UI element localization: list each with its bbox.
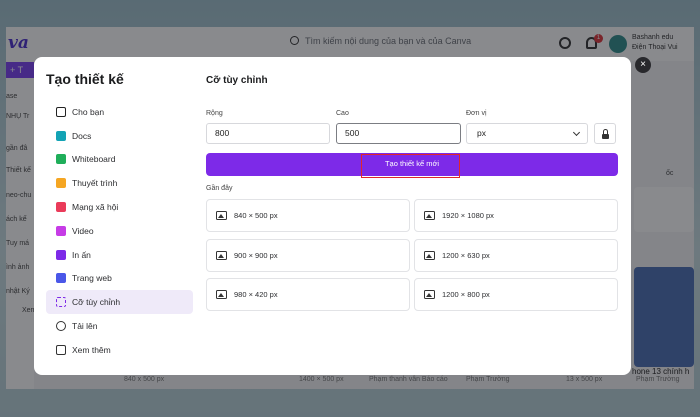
chevron-down-icon [572, 128, 581, 137]
recent-size-label: 840 × 500 px [234, 211, 278, 220]
image-icon [424, 251, 435, 260]
more-icon [56, 344, 66, 355]
recent-size-card[interactable]: 1200 × 630 px [414, 239, 618, 272]
nav-item-label: Mạng xã hội [72, 201, 119, 212]
recent-size-card[interactable]: 900 × 900 px [206, 239, 410, 272]
nav-item-label: Video [72, 225, 94, 236]
recent-size-label: 1200 × 630 px [442, 251, 490, 260]
recent-size-card[interactable]: 980 × 420 px [206, 278, 410, 311]
nav-item-upload[interactable]: Tải lên [46, 314, 193, 338]
nav-item-custom-size[interactable]: Cỡ tùy chỉnh [46, 290, 193, 314]
nav-item-label: Whiteboard [72, 154, 116, 165]
height-field[interactable]: 500 [336, 123, 461, 144]
recent-size-label: 1920 × 1080 px [442, 211, 494, 220]
nav-item-video[interactable]: Video [46, 219, 193, 243]
nav-item-label: Cỡ tùy chỉnh [72, 297, 121, 308]
presentation-icon [56, 178, 66, 189]
nav-item-label: In ấn [72, 249, 91, 260]
lock-body [602, 134, 609, 139]
docs-icon [56, 130, 66, 141]
nav-item-label: Trang web [72, 273, 112, 284]
recent-size-label: 900 × 900 px [234, 251, 278, 260]
highlight-box [361, 154, 460, 178]
whiteboard-icon [56, 154, 66, 165]
lock-aspect-button[interactable] [594, 123, 616, 144]
upload-icon [56, 320, 66, 331]
nav-item-sparkle[interactable]: Cho bạn [46, 100, 193, 124]
heart-icon [56, 201, 66, 212]
nav-item-heart[interactable]: Mạng xã hội [46, 195, 193, 219]
image-icon [424, 290, 435, 299]
print-icon [56, 249, 66, 260]
nav-item-website[interactable]: Trang web [46, 267, 193, 291]
recent-size-card[interactable]: 1920 × 1080 px [414, 199, 618, 232]
section-title: Cỡ tùy chỉnh [206, 75, 268, 86]
width-label: Rộng [206, 110, 223, 117]
nav-item-label: Tải lên [72, 320, 98, 331]
recent-size-label: 1200 × 800 px [442, 290, 490, 299]
website-icon [56, 273, 66, 284]
nav-item-label: Xem thêm [72, 344, 111, 355]
recent-size-card[interactable]: 1200 × 800 px [414, 278, 618, 311]
custom-size-icon [56, 297, 66, 308]
design-type-nav: Cho bạn Docs Whiteboard Thuyết trình Mạng xã… [46, 100, 193, 362]
close-icon[interactable]: × [635, 57, 651, 73]
unit-select[interactable]: px [466, 123, 588, 144]
image-icon [216, 251, 227, 260]
sparkle-icon [56, 106, 66, 117]
image-icon [424, 211, 435, 220]
nav-item-print[interactable]: In ấn [46, 243, 193, 267]
nav-item-label: Thuyết trình [72, 178, 118, 189]
nav-item-whiteboard[interactable]: Whiteboard [46, 148, 193, 172]
video-icon [56, 225, 66, 236]
height-label: Cao [336, 110, 349, 117]
recent-label: Gần đây [206, 185, 233, 192]
nav-item-docs[interactable]: Docs [46, 124, 193, 148]
image-icon [216, 211, 227, 220]
create-design-modal: Tạo thiết kế Cho bạn Docs Whiteboard Thuyết… [34, 57, 631, 375]
nav-item-more[interactable]: Xem thêm [46, 338, 193, 362]
recent-size-label: 980 × 420 px [234, 290, 278, 299]
unit-label: Đơn vị [466, 110, 487, 117]
nav-item-label: Docs [72, 130, 92, 141]
nav-item-presentation[interactable]: Thuyết trình [46, 171, 193, 195]
modal-title: Tạo thiết kế [46, 71, 124, 87]
recent-size-card[interactable]: 840 × 500 px [206, 199, 410, 232]
width-field[interactable]: 800 [206, 123, 330, 144]
nav-item-label: Cho bạn [72, 106, 105, 117]
unit-value: px [477, 128, 486, 138]
image-icon [216, 290, 227, 299]
